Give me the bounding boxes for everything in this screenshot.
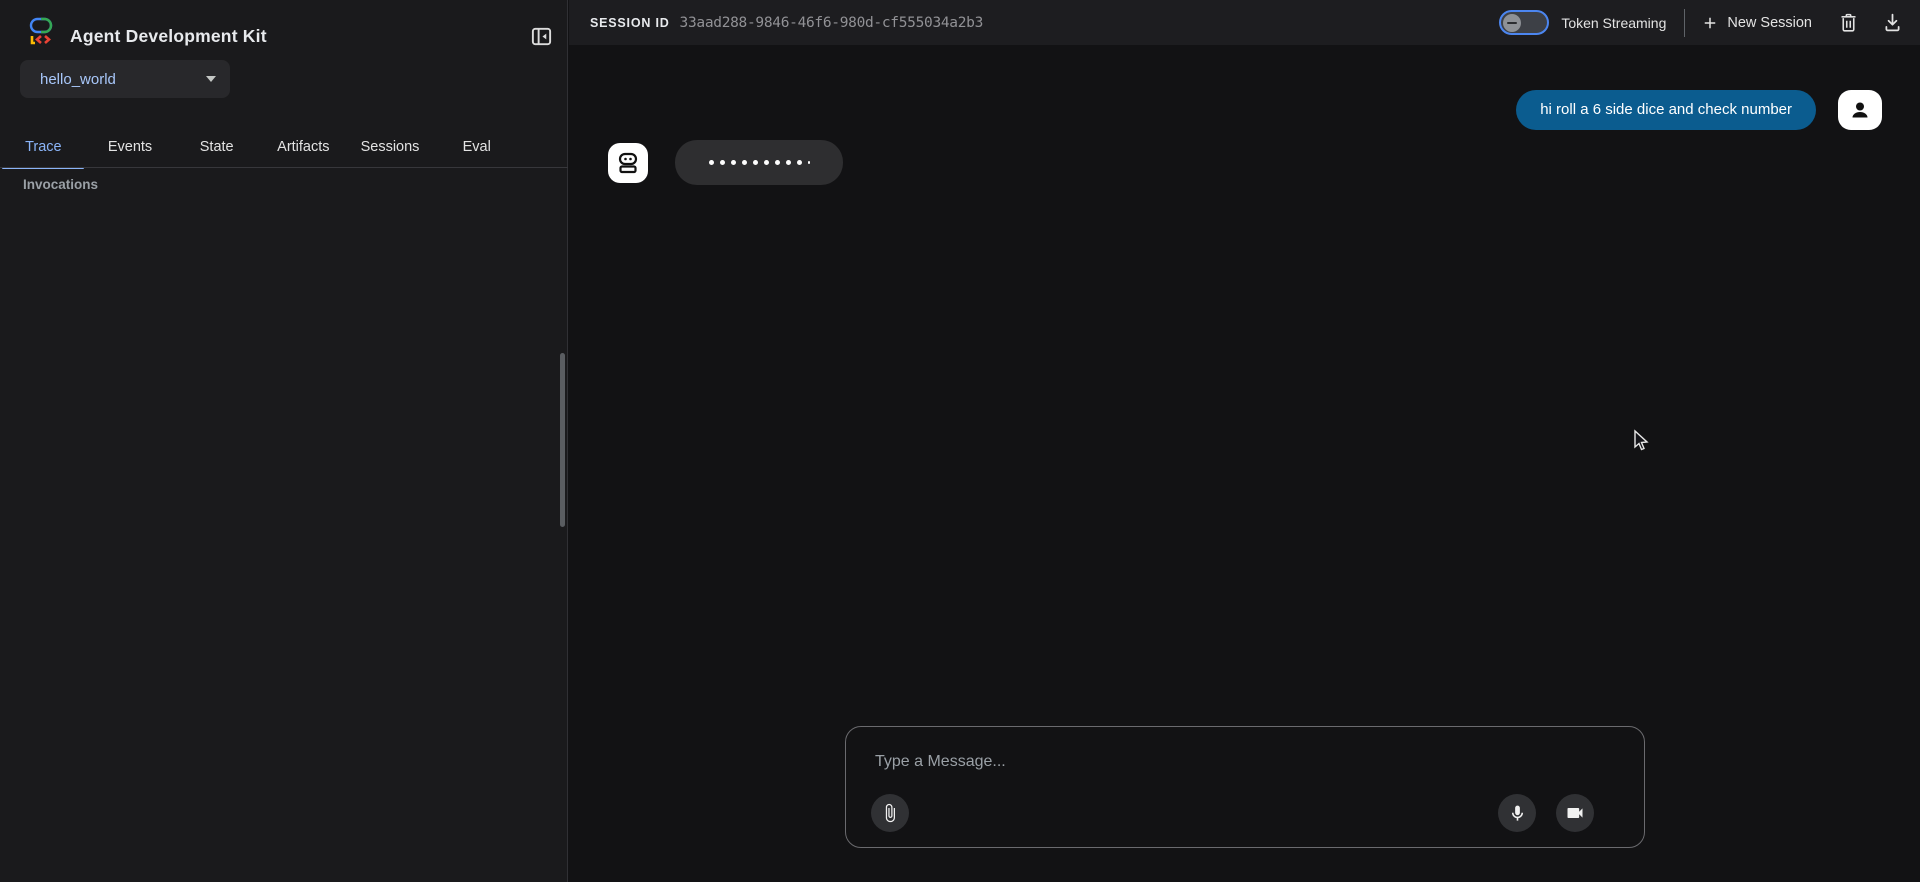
message-input[interactable] [848,729,1488,779]
mouse-cursor [1631,429,1651,453]
video-camera-icon [1565,803,1585,823]
user-message-bubble: hi roll a 6 side dice and check number [1516,90,1816,130]
paperclip-icon [880,803,900,823]
tab-sessions[interactable]: Sessions [347,128,434,168]
app-title: Agent Development Kit [70,26,267,47]
delete-session-button[interactable] [1836,11,1860,35]
export-session-button[interactable] [1880,11,1904,35]
collapse-sidebar-button[interactable] [528,23,554,49]
attach-file-button[interactable] [871,794,909,832]
header-actions: Token Streaming New Session [1499,9,1920,37]
tab-state[interactable]: State [173,128,260,168]
microphone-button[interactable] [1498,794,1536,832]
session-id-label: SESSION ID [590,16,670,30]
sidebar-scrollbar[interactable] [560,353,565,527]
adk-app-window: Agent Development Kit hello_world Trace … [0,0,1920,882]
person-icon [1848,98,1872,122]
agent-loading-indicator [675,140,843,185]
delete-icon [1838,12,1859,33]
agent-selector-dropdown[interactable]: hello_world [20,60,230,98]
agent-selector-value: hello_world [40,71,206,88]
new-session-label: New Session [1727,15,1812,31]
sidebar-header: Agent Development Kit [0,0,567,56]
header-divider [1684,9,1685,37]
video-button[interactable] [1556,794,1594,832]
token-streaming-label: Token Streaming [1561,15,1666,31]
toggle-thumb [1503,14,1521,32]
agent-message-row [608,140,843,185]
token-streaming-toggle[interactable] [1499,10,1549,35]
new-session-button[interactable]: New Session [1701,14,1812,32]
sidebar-tabs: Trace Events State Artifacts Sessions Ev… [0,128,520,168]
tab-events[interactable]: Events [87,128,174,168]
agent-avatar [608,143,648,183]
user-message-row: hi roll a 6 side dice and check number [1516,90,1882,130]
session-header: SESSION ID 33aad288-9846-46f6-980d-cf555… [569,0,1920,45]
tab-artifacts[interactable]: Artifacts [260,128,347,168]
plus-icon [1701,14,1719,32]
session-id-value: 33aad288-9846-46f6-980d-cf555034a2b3 [680,15,983,31]
download-icon [1882,12,1903,33]
microphone-icon [1508,804,1527,823]
invocations-label: Invocations [23,177,98,192]
message-input-container [845,726,1645,848]
user-avatar [1838,90,1882,130]
chat-area: hi roll a 6 side dice and check number [569,45,1920,882]
collapse-sidebar-icon [530,25,553,48]
sidebar: Agent Development Kit hello_world Trace … [0,0,568,882]
tabs-divider [0,167,568,168]
tab-trace[interactable]: Trace [0,128,87,168]
chevron-down-icon [206,76,216,82]
tab-eval[interactable]: Eval [433,128,520,168]
robot-icon [615,150,641,176]
adk-logo-icon [28,16,58,46]
